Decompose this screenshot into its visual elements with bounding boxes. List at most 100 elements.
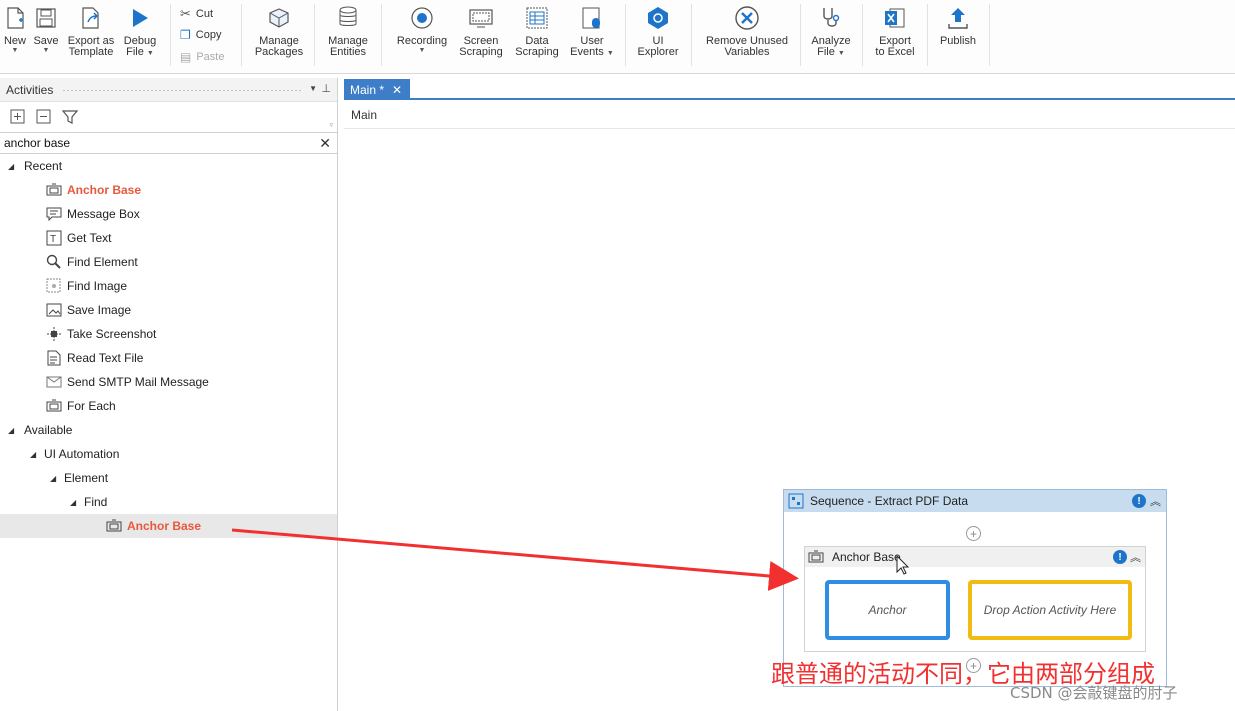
tree-item-send-smtp-mail[interactable]: Send SMTP Mail Message <box>46 370 209 394</box>
tree-group-ui-automation[interactable]: ◢ UI Automation <box>30 442 119 466</box>
action-drop-zone[interactable]: Drop Action Activity Here <box>968 580 1132 640</box>
separator <box>381 4 382 66</box>
save-button[interactable]: Save ▼ <box>33 0 59 72</box>
collapse-triangle-icon[interactable]: ◢ <box>8 162 14 171</box>
activities-search-input[interactable] <box>4 136 304 150</box>
play-icon <box>133 9 148 27</box>
paste-button[interactable]: ▤ Paste <box>180 50 224 64</box>
tree-group-find[interactable]: ◢ Find <box>70 490 107 514</box>
tree-item-read-text-file[interactable]: Read Text File <box>46 346 143 370</box>
manage-packages-button[interactable]: Manage Packages <box>253 0 305 72</box>
sequence-icon <box>788 493 804 509</box>
debug-file-button[interactable]: Debug File ▼ <box>121 0 159 72</box>
export-template-button[interactable]: Export as Template <box>65 0 117 72</box>
collapse-triangle-icon[interactable]: ◢ <box>50 474 56 483</box>
tree-item-find-element[interactable]: Find Element <box>46 250 138 274</box>
separator <box>241 4 242 66</box>
collapse-icon[interactable]: ︽ <box>1130 549 1141 565</box>
anchor-base-icon <box>46 182 62 198</box>
separator <box>862 4 863 66</box>
tree-item-find-image[interactable]: Find Image <box>46 274 127 298</box>
collapse-all-icon[interactable] <box>36 109 52 125</box>
breadcrumb-item-main[interactable]: Main <box>351 108 377 122</box>
separator <box>625 4 626 66</box>
tree-group-recent[interactable]: ◢ Recent <box>8 154 62 178</box>
publish-upload-icon <box>948 8 968 29</box>
excel-icon <box>885 8 905 28</box>
sequence-title: Sequence - Extract PDF Data <box>810 494 969 508</box>
magnifier-icon <box>46 254 62 270</box>
anchor-base-header[interactable]: Anchor Base ! ︽ <box>805 547 1145 567</box>
add-activity-icon[interactable]: + <box>966 526 981 541</box>
tree-group-element[interactable]: ◢ Element <box>50 466 108 490</box>
text-file-icon <box>46 350 62 366</box>
collapse-triangle-icon[interactable]: ◢ <box>30 450 36 459</box>
watermark: CSDN @会敲键盘的肘子 <box>1010 684 1178 702</box>
breadcrumb: Main <box>344 102 1235 129</box>
manage-entities-button[interactable]: Manage Entities <box>324 0 372 72</box>
stethoscope-icon <box>823 8 840 27</box>
tree-item-save-image[interactable]: Save Image <box>46 298 131 322</box>
screen-scraping-button[interactable]: Screen Scraping <box>456 0 506 72</box>
message-box-icon <box>46 206 62 222</box>
filter-icon[interactable] <box>62 109 78 125</box>
pin-icon[interactable]: ⊥ <box>321 82 331 95</box>
data-scraping-button[interactable]: Data Scraping <box>512 0 562 72</box>
anchor-drop-zone[interactable]: Anchor <box>825 580 950 640</box>
activities-search: ✕ <box>0 132 337 154</box>
tree-item-message-box[interactable]: Message Box <box>46 202 140 226</box>
clear-search-icon[interactable]: ✕ <box>319 135 331 152</box>
clipboard-icon: ▤ <box>180 50 192 64</box>
user-events-icon <box>582 7 600 29</box>
collapse-icon[interactable]: ︽ <box>1150 493 1161 509</box>
database-icon <box>339 6 357 26</box>
close-tab-icon[interactable]: ✕ <box>392 83 402 97</box>
anchor-base-activity[interactable]: Anchor Base ! ︽ Anchor Drop Action Activ… <box>804 546 1146 652</box>
recording-button[interactable]: Recording ▼ <box>393 0 451 72</box>
collapse-triangle-icon[interactable]: ◢ <box>70 498 76 507</box>
panel-menu-icon[interactable]: ▼ <box>309 84 317 93</box>
activities-panel-title: Activities <box>6 82 54 97</box>
new-file-icon <box>7 7 24 29</box>
analyze-file-button[interactable]: Analyze File ▼ <box>808 0 854 72</box>
for-each-icon <box>46 398 62 414</box>
tree-item-take-screenshot[interactable]: Take Screenshot <box>46 322 156 346</box>
anchor-base-title: Anchor Base <box>832 550 901 564</box>
ui-explorer-button[interactable]: UI Explorer <box>634 0 682 72</box>
collapse-triangle-icon[interactable]: ◢ <box>8 426 14 435</box>
cut-button[interactable]: ✂ Cut <box>180 6 213 22</box>
publish-button[interactable]: Publish <box>935 0 981 72</box>
activities-panel: Activities ▼ ⊥ ▿ ✕ ◢ Recent Anchor Base … <box>0 78 338 711</box>
expand-all-icon[interactable] <box>10 109 26 125</box>
warning-info-icon[interactable]: ! <box>1132 494 1146 508</box>
export-to-excel-button[interactable]: Export to Excel <box>870 0 920 72</box>
sequence-header[interactable]: Sequence - Extract PDF Data ! ︽ <box>784 490 1166 512</box>
copy-icon: ❐ <box>180 28 191 42</box>
tab-main[interactable]: Main * ✕ <box>344 79 410 100</box>
tree-group-available[interactable]: ◢ Available <box>8 418 72 442</box>
save-icon <box>36 8 56 28</box>
document-tab-bar: Main * ✕ <box>344 78 1235 100</box>
tree-item-for-each[interactable]: For Each <box>46 394 116 418</box>
find-image-icon <box>46 278 62 294</box>
tree-item-anchor-base-result[interactable]: Anchor Base <box>106 514 201 538</box>
tree-item-get-text[interactable]: T Get Text <box>46 226 111 250</box>
scissors-icon: ✂ <box>180 6 191 21</box>
table-scrape-icon <box>526 7 548 29</box>
activities-toolbar: ▿ <box>0 102 337 132</box>
user-events-button[interactable]: User Events ▼ <box>568 0 616 72</box>
new-button[interactable]: New ▼ <box>2 0 28 72</box>
warning-info-icon[interactable]: ! <box>1113 550 1127 564</box>
tree-item-anchor-base[interactable]: Anchor Base <box>46 178 141 202</box>
get-text-icon: T <box>46 230 62 246</box>
mail-icon <box>46 374 62 390</box>
packages-icon <box>269 8 289 28</box>
screenshot-icon <box>46 326 62 342</box>
copy-button[interactable]: ❐ Copy <box>180 28 221 42</box>
save-image-icon <box>46 302 62 318</box>
resize-grip-icon: ▿ <box>329 122 333 129</box>
record-icon <box>411 7 433 29</box>
remove-unused-variables-button[interactable]: Remove Unused Variables <box>703 0 791 72</box>
separator <box>800 4 801 66</box>
separator <box>170 4 171 66</box>
